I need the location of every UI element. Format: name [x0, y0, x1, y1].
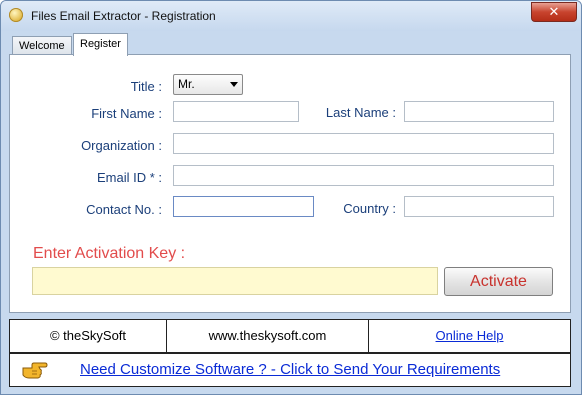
organization-label: Organization :: [81, 138, 162, 153]
register-panel: Title : Mr. First Name : Last Name : Org…: [9, 54, 571, 313]
title-label: Title :: [130, 79, 162, 94]
tab-welcome[interactable]: Welcome: [12, 36, 72, 55]
app-window: Files Email Extractor - Registration ✕ W…: [0, 0, 582, 395]
title-select-value: Mr.: [178, 77, 195, 91]
tab-strip: Welcome Register: [9, 33, 569, 56]
footer-info-bar: © theSkySoft www.theskysoft.com Online H…: [9, 319, 571, 353]
customize-bar: Need Customize Software ? - Click to Sen…: [9, 353, 571, 387]
last-name-label: Last Name :: [325, 105, 396, 120]
organization-field[interactable]: [173, 133, 554, 154]
activation-key-field[interactable]: [32, 267, 438, 295]
close-button[interactable]: ✕: [531, 2, 577, 22]
online-help-link[interactable]: Online Help: [369, 320, 570, 352]
last-name-field[interactable]: [404, 101, 554, 122]
pointing-hand-icon: [22, 362, 48, 379]
activate-button[interactable]: Activate: [444, 267, 553, 296]
country-label: Country :: [343, 201, 396, 216]
activation-key-label: Enter Activation Key :: [33, 245, 186, 262]
window-title: Files Email Extractor - Registration: [31, 9, 216, 23]
app-icon: [9, 8, 23, 22]
first-name-label: First Name :: [91, 106, 162, 121]
contact-field[interactable]: [173, 196, 314, 217]
contact-label: Contact No. :: [86, 202, 162, 217]
copyright-text: © theSkySoft: [49, 328, 127, 343]
email-label: Email ID * :: [96, 170, 162, 185]
first-name-field[interactable]: [173, 101, 299, 122]
title-select[interactable]: Mr.: [173, 74, 243, 95]
website-text: www.theskysoft.com: [208, 328, 327, 343]
title-bar: Files Email Extractor - Registration ✕: [1, 1, 581, 31]
tab-register[interactable]: Register: [73, 33, 128, 56]
country-field[interactable]: [404, 196, 554, 217]
email-field[interactable]: [173, 165, 554, 186]
chevron-down-icon: [230, 82, 238, 87]
customize-software-link[interactable]: Need Customize Software ? - Click to Sen…: [80, 354, 500, 386]
